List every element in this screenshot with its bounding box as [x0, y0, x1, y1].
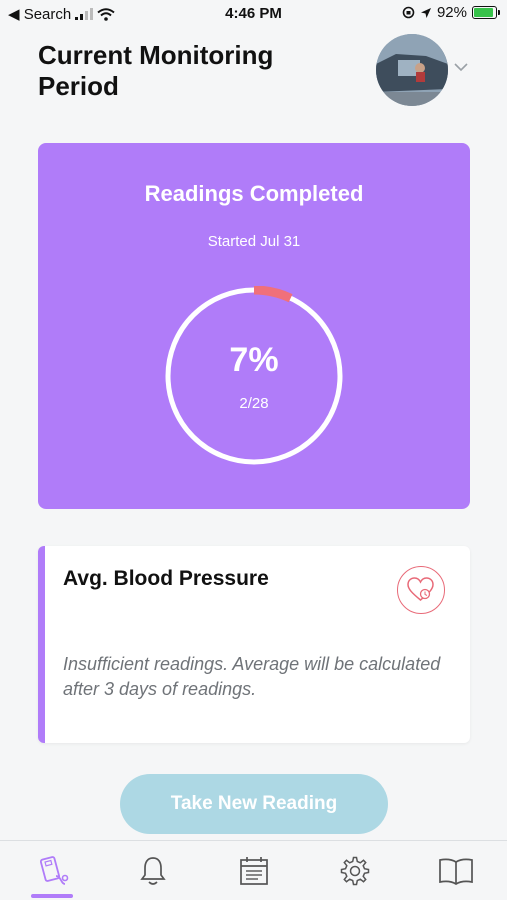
tab-education[interactable] [426, 841, 486, 900]
status-bar: ◀ Search 4:46 PM 92% [0, 0, 507, 28]
bp-insufficient-message: Insufficient readings. Average will be c… [63, 654, 441, 699]
bp-card-title: Avg. Blood Pressure [63, 567, 269, 590]
battery-level [474, 8, 494, 17]
orientation-lock-icon [402, 6, 415, 19]
readings-start-date: Started Jul 31 [207, 233, 301, 250]
progress-percent: 7% [229, 341, 279, 379]
avatar[interactable] [376, 34, 448, 106]
readings-completed-card: Readings Completed Started Jul 31 7% 2/2… [38, 143, 470, 509]
gear-icon [340, 856, 370, 886]
readings-icon [39, 856, 69, 885]
progress-count: 2/28 [239, 395, 269, 412]
tab-settings[interactable] [325, 841, 385, 900]
card-accent-bar [38, 546, 45, 743]
active-tab-indicator [31, 894, 73, 898]
battery-icon [472, 6, 500, 19]
book-icon [439, 858, 473, 885]
take-new-reading-button[interactable]: Take New Reading [120, 774, 388, 834]
calendar-icon [240, 857, 268, 885]
avatar-photo [376, 34, 448, 106]
avg-blood-pressure-card[interactable]: Avg. Blood Pressure Insufficient reading… [38, 546, 470, 743]
location-icon [420, 7, 431, 18]
readings-title: Readings Completed [144, 181, 364, 206]
battery-percent: 92% [436, 4, 467, 21]
heart-outline-icon [397, 566, 445, 614]
page-title: Current Monitoring Period [38, 40, 274, 101]
tab-readings[interactable] [22, 841, 82, 900]
tab-notifications[interactable] [123, 841, 183, 900]
bell-icon [140, 857, 166, 885]
chevron-down-icon[interactable] [452, 60, 470, 74]
tab-bar [0, 840, 507, 900]
tab-calendar[interactable] [224, 841, 284, 900]
